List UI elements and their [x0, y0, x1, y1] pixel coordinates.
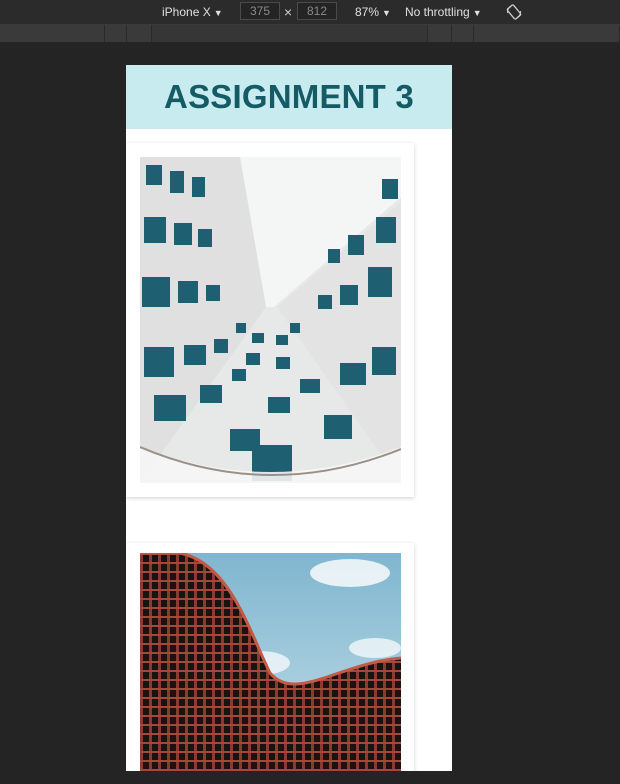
- image-card: [126, 143, 414, 497]
- times-separator: ×: [284, 4, 293, 20]
- media-query-segment[interactable]: [474, 25, 620, 42]
- caret-down-icon: ▼: [472, 8, 482, 18]
- caret-down-icon: ▼: [382, 8, 391, 18]
- throttle-label: No throttling: [405, 5, 470, 19]
- height-input[interactable]: [297, 2, 337, 20]
- zoom-select[interactable]: 87% ▼: [355, 4, 391, 20]
- page-header: ASSIGNMENT 3: [126, 65, 452, 129]
- zoom-label: 87%: [355, 5, 380, 19]
- media-query-segment[interactable]: [0, 25, 105, 42]
- media-query-segment[interactable]: [127, 25, 152, 42]
- image-card: [126, 543, 414, 771]
- media-query-segment[interactable]: [452, 25, 474, 42]
- page-title: ASSIGNMENT 3: [164, 78, 414, 115]
- width-input[interactable]: [240, 2, 280, 20]
- media-query-segment[interactable]: [105, 25, 127, 42]
- device-toolbar: iPhone X▼ × 87%▼ No throttling▼: [0, 0, 620, 25]
- white-building-upward-photo: [140, 157, 401, 483]
- device-label: iPhone X: [162, 5, 211, 19]
- rotate-icon[interactable]: [506, 4, 522, 20]
- device-select[interactable]: iPhone X ▼: [162, 4, 223, 20]
- media-query-segment[interactable]: [428, 25, 452, 42]
- device-viewport: ASSIGNMENT 3: [126, 65, 452, 771]
- media-query-bar: [0, 25, 620, 42]
- throttle-select[interactable]: No throttling ▼: [405, 4, 482, 20]
- wavy-red-building-photo: [140, 553, 401, 771]
- media-query-segment[interactable]: [152, 25, 428, 42]
- caret-down-icon: ▼: [213, 8, 223, 18]
